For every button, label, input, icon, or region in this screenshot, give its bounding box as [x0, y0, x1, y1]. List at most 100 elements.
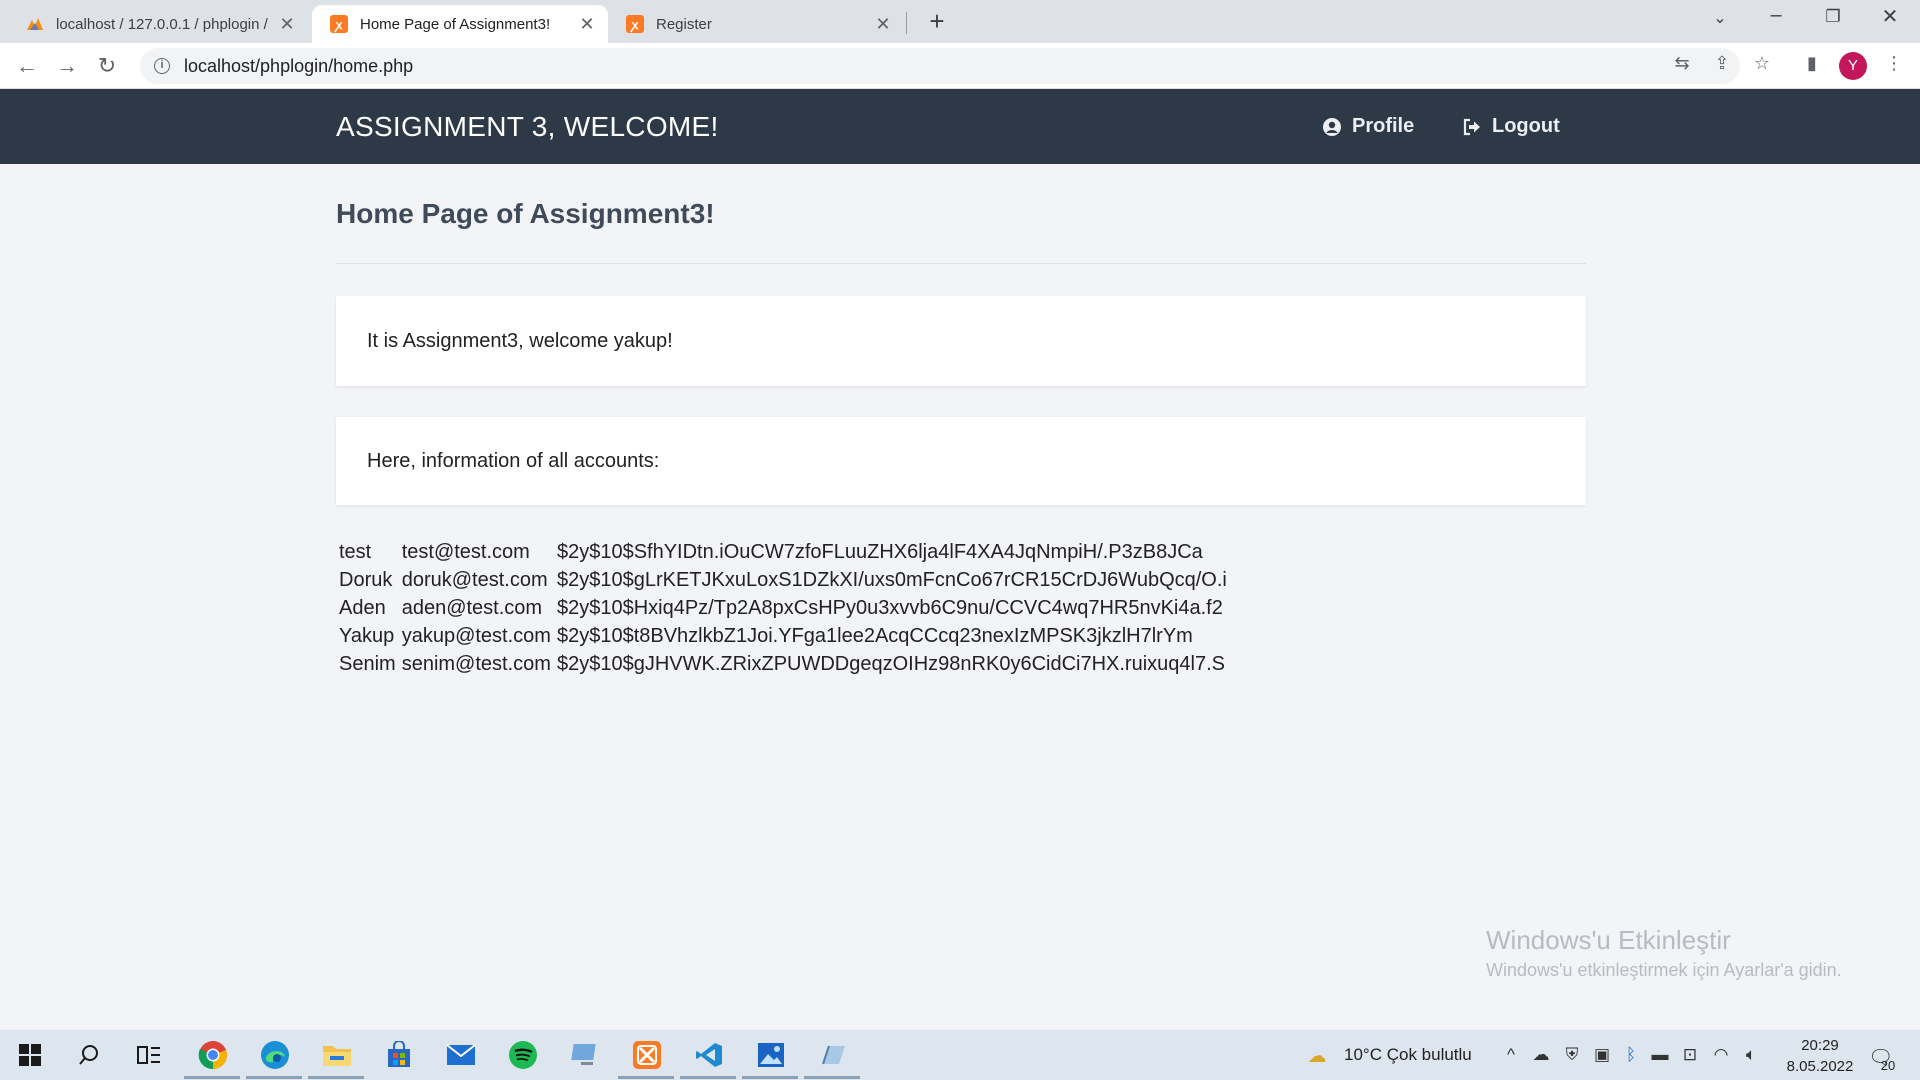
username-cell: Doruk — [339, 569, 393, 591]
username-cell: Yakup — [339, 625, 395, 647]
battery-icon[interactable]: ▬ — [1649, 1045, 1671, 1065]
side-panel-icon[interactable]: ▮ — [1800, 53, 1824, 74]
activation-watermark-subtitle: Windows'u etkinleştirmek için Ayarlar'a … — [1486, 960, 1842, 980]
bluetooth-icon[interactable]: ᛒ — [1620, 1045, 1642, 1065]
device-manager-icon[interactable]: ▣ — [1591, 1045, 1613, 1065]
logout-link[interactable]: Logout — [1462, 115, 1560, 138]
xampp-icon: ꭗ — [330, 15, 348, 33]
back-arrow-icon[interactable]: ← — [12, 51, 42, 81]
running-indicator — [308, 1076, 364, 1079]
running-indicator — [184, 1076, 240, 1079]
edge-icon[interactable] — [257, 1037, 293, 1073]
profile-link-label: Profile — [1352, 115, 1415, 137]
close-tab-icon[interactable]: ✕ — [278, 14, 296, 35]
tab-title: localhost / 127.0.0.1 / phplogin / — [56, 15, 268, 33]
search-icon[interactable] — [71, 1037, 107, 1073]
welcome-text: It is Assignment3, welcome yakup! — [367, 329, 673, 352]
share-icon[interactable]: ⇪ — [1710, 53, 1734, 74]
email-cell: senim@test.com — [401, 653, 551, 675]
site-navbar: ASSIGNMENT 3, WELCOME! Profile Logout — [0, 89, 1920, 164]
reload-icon[interactable]: ↻ — [92, 51, 122, 81]
accounts-table: test test@test.com $2y$10$SfhYIDtn.iOuCW… — [336, 537, 1233, 680]
weather-cloud-icon[interactable]: ☁ — [1306, 1045, 1328, 1068]
phpmyadmin-icon — [26, 15, 44, 33]
menu-kebab-icon[interactable]: ⋮ — [1882, 53, 1906, 74]
close-tab-icon[interactable]: ✕ — [578, 14, 596, 35]
table-row: Yakup yakup@test.com $2y$10$t8BVhzlkbZ1J… — [339, 624, 1230, 649]
password-hash-cell: $2y$10$gJHVWK.ZRixZPUWDDgeqzOIHz98nRK0y6… — [556, 653, 1225, 675]
url-text: localhost/phplogin/home.php — [184, 55, 414, 76]
tab-phpmyadmin[interactable]: localhost / 127.0.0.1 / phplogin / ✕ — [8, 5, 308, 43]
remote-desktop-icon[interactable] — [568, 1037, 604, 1073]
logout-link-label: Logout — [1492, 115, 1560, 137]
username-cell: Senim — [339, 653, 396, 675]
clock-date[interactable]: 8.05.2022 — [1778, 1055, 1862, 1077]
user-circle-icon — [1322, 117, 1342, 137]
table-row: Doruk doruk@test.com $2y$10$gLrKETJKxuLo… — [339, 568, 1230, 593]
chevron-up-icon[interactable]: ^ — [1500, 1045, 1522, 1065]
vscode-icon[interactable] — [691, 1037, 727, 1073]
file-explorer-icon[interactable] — [319, 1037, 355, 1073]
password-hash-cell: $2y$10$t8BVhzlkbZ1Joi.YFga1lee2AcqCCcq23… — [556, 625, 1193, 647]
close-tab-icon[interactable]: ✕ — [874, 14, 892, 35]
microsoft-store-icon[interactable] — [381, 1037, 417, 1073]
table-row: test test@test.com $2y$10$SfhYIDtn.iOuCW… — [339, 540, 1230, 565]
snipping-tool-icon[interactable] — [815, 1037, 851, 1073]
xampp-icon: ꭗ — [626, 15, 644, 33]
username-cell: Aden — [339, 597, 386, 619]
table-row: Senim senim@test.com $2y$10$gJHVWK.ZRixZ… — [339, 652, 1230, 677]
photos-icon[interactable] — [753, 1037, 789, 1073]
translate-icon[interactable]: ⇆ — [1670, 53, 1694, 74]
password-hash-cell: $2y$10$Hxiq4Pz/Tp2A8pxCsHPy0u3xvvb6C9nu/… — [556, 597, 1223, 619]
windows-start-icon[interactable] — [12, 1037, 48, 1073]
site-brand[interactable]: ASSIGNMENT 3, WELCOME! — [336, 111, 719, 143]
email-cell: doruk@test.com — [401, 569, 548, 591]
new-tab-button[interactable]: + — [922, 6, 952, 37]
close-window-button[interactable]: ✕ — [1870, 4, 1910, 29]
username-cell: test — [339, 541, 372, 563]
volume-icon[interactable]: 🔈︎ — [1740, 1045, 1762, 1065]
password-hash-cell: $2y$10$SfhYIDtn.iOuCW7zfoFLuuZHX6lja4lF4… — [556, 541, 1203, 563]
tab-register[interactable]: ꭗ Register ✕ — [608, 5, 904, 43]
task-view-icon[interactable] — [131, 1037, 167, 1073]
sign-out-icon — [1462, 117, 1482, 137]
security-shield-icon[interactable]: ⛨ — [1561, 1045, 1583, 1065]
password-hash-cell: $2y$10$gLrKETJKxuLoxS1DZkXI/uxs0mFcnCo67… — [556, 569, 1227, 591]
browser-toolbar: ← → ↻ i localhost/phplogin/home.php ⇆ ⇪ … — [0, 43, 1920, 89]
forward-arrow-icon[interactable]: → — [52, 51, 82, 81]
running-indicator — [618, 1076, 674, 1079]
chrome-icon[interactable] — [195, 1037, 231, 1073]
xampp-icon[interactable] — [629, 1037, 665, 1073]
tab-home-page[interactable]: ꭗ Home Page of Assignment3! ✕ — [312, 5, 608, 43]
email-cell: test@test.com — [401, 541, 530, 563]
clock-time[interactable]: 20:29 — [1780, 1035, 1860, 1055]
page-title: Home Page of Assignment3! — [336, 198, 715, 229]
table-row: Aden aden@test.com $2y$10$Hxiq4Pz/Tp2A8p… — [339, 596, 1230, 621]
address-bar[interactable]: i localhost/phplogin/home.php — [140, 48, 1740, 84]
tab-title: Home Page of Assignment3! — [360, 15, 551, 33]
wifi-icon[interactable]: ◠ — [1710, 1045, 1732, 1065]
profile-avatar[interactable]: Y — [1839, 52, 1867, 80]
onedrive-icon[interactable]: ☁ — [1530, 1045, 1552, 1065]
site-info-icon[interactable]: i — [154, 58, 170, 74]
welcome-card: It is Assignment3, welcome yakup! — [336, 296, 1586, 386]
tab-title: Register — [656, 15, 712, 33]
restore-button[interactable]: ❐ — [1813, 7, 1853, 27]
profile-link[interactable]: Profile — [1322, 115, 1414, 138]
minimize-button[interactable]: – — [1756, 4, 1796, 27]
running-indicator — [680, 1076, 736, 1079]
bookmark-star-icon[interactable]: ☆ — [1750, 53, 1774, 74]
tab-search-icon[interactable]: ⌄ — [1700, 8, 1740, 28]
windows-taskbar: ☁ 10°C Çok bulutlu ^ ☁ ⛨ ▣ ᛒ ▬ ⊡ ◠ 🔈︎ 20… — [0, 1030, 1920, 1080]
running-indicator — [246, 1076, 302, 1079]
running-indicator — [742, 1076, 798, 1079]
running-indicator — [804, 1076, 860, 1079]
activation-watermark-title: Windows'u Etkinleştir — [1486, 925, 1731, 955]
accounts-intro-text: Here, information of all accounts: — [367, 449, 660, 472]
email-cell: aden@test.com — [401, 597, 543, 619]
usb-device-icon[interactable]: ⊡ — [1679, 1045, 1701, 1065]
mail-icon[interactable] — [443, 1037, 479, 1073]
spotify-icon[interactable] — [505, 1037, 541, 1073]
divider — [336, 263, 1586, 264]
weather-text[interactable]: 10°C Çok bulutlu — [1344, 1030, 1472, 1080]
